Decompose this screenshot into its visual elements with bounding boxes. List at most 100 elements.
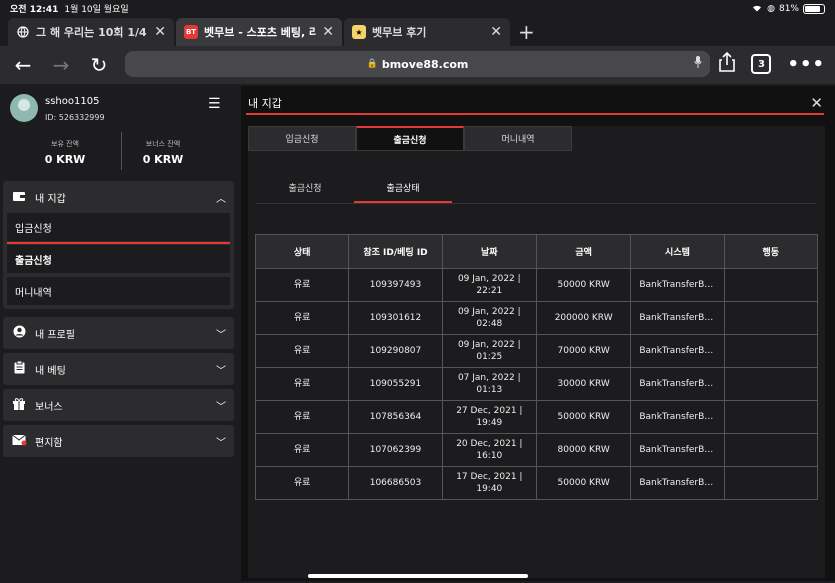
tab-withdraw[interactable]: 출금신청 <box>356 126 464 151</box>
bonus-value: 0 KRW <box>142 153 184 166</box>
address-bar[interactable]: 🔒 bmove88.com <box>125 51 710 77</box>
cell-amount: 70000 KRW <box>535 334 632 368</box>
tab-count-button[interactable]: 3 <box>751 54 772 74</box>
close-icon[interactable]: ✕ <box>154 24 166 40</box>
cell-date-time: 02:48 <box>476 319 503 329</box>
cell-date: 27 Dec, 2021 | 19:49 <box>441 400 537 434</box>
cell-ref-id-text: 109301612 <box>369 313 422 323</box>
nav-profile[interactable]: 내 프로필 ﹀ <box>3 317 234 349</box>
cell-ref-id-text: 107856364 <box>369 412 422 422</box>
nav-inbox-header[interactable]: 편지함 ﹀ <box>3 425 234 457</box>
browser-tab-2[interactable]: BT 벳무브 - 스포츠 베팅, 라이브 ✕ <box>176 18 342 46</box>
cell-status-text: 유료 <box>293 412 311 422</box>
table-row: 유료 107856364 27 Dec, 2021 | 19:49 50000 KRW B… <box>254 400 819 434</box>
nav-profile-label: 내 프로필 <box>35 329 75 341</box>
wallet-icon <box>11 190 27 205</box>
cell-status-text: 유료 <box>293 346 311 356</box>
nav-bonus-label: 보너스 <box>35 401 63 413</box>
cell-system: BankTransferB… <box>630 433 725 467</box>
close-icon[interactable]: ✕ <box>810 94 823 112</box>
cell-amount: 200000 KRW <box>535 301 632 335</box>
forward-arrow-icon[interactable]: → <box>46 53 76 77</box>
browser-tab-1[interactable]: 그 해 우리는 10회 1/4 ✕ <box>8 18 174 46</box>
cell-date-time: 16:10 <box>476 451 503 461</box>
mail-icon <box>11 434 27 449</box>
more-icon[interactable]: ••• <box>787 54 825 75</box>
cell-status-text: 유료 <box>293 379 311 389</box>
clipboard-icon <box>11 360 27 377</box>
cell-date-day: 07 Jan, 2022 | <box>457 373 521 383</box>
cell-ref-id: 109055291 <box>348 367 443 401</box>
close-icon[interactable]: ✕ <box>490 24 502 40</box>
chevron-down-icon: ﹀ <box>216 437 226 449</box>
battery-icon <box>803 3 825 14</box>
sidebar-item-withdraw[interactable]: 출금신청 <box>7 245 230 273</box>
cell-status: 유료 <box>254 433 350 467</box>
reload-icon[interactable]: ↻ <box>84 53 114 77</box>
cell-system: BankTransferB… <box>630 400 725 434</box>
balance-block: 보유 잔액 0 KRW <box>15 139 115 166</box>
subtab-withdraw-request[interactable]: 출금신청 <box>256 176 354 203</box>
nav-betting-header[interactable]: 내 베팅 ﹀ <box>3 353 234 385</box>
cell-date-day: 09 Jan, 2022 | <box>457 307 521 317</box>
close-icon[interactable]: ✕ <box>322 24 334 40</box>
share-icon[interactable] <box>719 51 736 76</box>
col-action: 행동 <box>723 234 819 269</box>
browser-tab-3[interactable]: ★ 벳무브 후기 ✕ <box>344 18 510 46</box>
cell-system-text: BankTransferB… <box>639 478 714 488</box>
nav-inbox[interactable]: 편지함 ﹀ <box>3 425 234 457</box>
cell-system: BankTransferB… <box>630 268 725 302</box>
subtab-withdraw-status[interactable]: 출금상태 <box>354 176 452 203</box>
cell-ref-id: 106686503 <box>348 466 443 500</box>
status-bar: 오전 12:41 1월 10일 월요일 ◍ 81% <box>0 0 835 17</box>
tab-money-history[interactable]: 머니내역 <box>464 126 572 151</box>
nav-betting[interactable]: 내 베팅 ﹀ <box>3 353 234 385</box>
nav-profile-header[interactable]: 내 프로필 ﹀ <box>3 317 234 349</box>
cell-ref-id: 109290807 <box>348 334 443 368</box>
cell-amount-text: 200000 KRW <box>554 313 613 323</box>
cell-ref-id: 107062399 <box>348 433 443 467</box>
cell-amount-text: 70000 KRW <box>557 346 610 356</box>
cell-amount: 50000 KRW <box>535 400 632 434</box>
nav-bonus[interactable]: 보너스 ﹀ <box>3 389 234 421</box>
cell-amount: 50000 KRW <box>535 268 632 302</box>
cell-date: 17 Dec, 2021 | 19:40 <box>441 466 537 500</box>
tab-bar: 그 해 우리는 10회 1/4 ✕ BT 벳무브 - 스포츠 베팅, 라이브 ✕… <box>0 17 835 46</box>
nav-wallet-header[interactable]: 내 지갑 ︿ <box>3 181 234 213</box>
cell-ref-id-text: 109290807 <box>369 346 422 356</box>
username: sshoo1105 <box>45 96 100 107</box>
cell-date-day: 27 Dec, 2021 | <box>456 406 523 416</box>
cell-status: 유료 <box>254 367 350 401</box>
lock-rotation-icon: ◍ <box>767 3 775 14</box>
balance-value: 0 KRW <box>44 153 86 166</box>
nav-bonus-header[interactable]: 보너스 ﹀ <box>3 389 234 421</box>
cell-status: 유료 <box>254 466 350 500</box>
chevron-up-icon: ︿ <box>216 193 226 205</box>
cell-amount: 50000 KRW <box>535 466 632 500</box>
withdraw-subtabs: 출금신청 출금상태 <box>256 176 816 204</box>
cell-date: 09 Jan, 2022 | 22:21 <box>441 268 537 302</box>
cell-system-text: BankTransferB… <box>639 346 714 356</box>
chevron-down-icon: ﹀ <box>216 365 226 377</box>
microphone-icon[interactable] <box>694 56 702 71</box>
nav-inbox-label: 편지함 <box>35 437 63 449</box>
cell-date: 09 Jan, 2022 | 02:48 <box>441 301 537 335</box>
new-tab-button[interactable]: + <box>518 20 535 44</box>
table-row: 유료 107062399 20 Dec, 2021 | 16:10 80000 KRW B… <box>254 433 819 467</box>
menu-toggle-icon[interactable]: ☰ <box>208 96 221 112</box>
cell-amount: 80000 KRW <box>535 433 632 467</box>
tab-deposit[interactable]: 입금신청 <box>248 126 356 151</box>
col-date: 날짜 <box>441 234 537 269</box>
gift-icon <box>11 397 27 413</box>
cell-amount: 30000 KRW <box>535 367 632 401</box>
back-arrow-icon[interactable]: ← <box>8 53 38 77</box>
toolbar-right: 3 ••• <box>719 51 825 76</box>
balance-label: 보유 잔액 <box>51 140 79 148</box>
avatar <box>10 94 38 122</box>
globe-icon <box>16 25 30 39</box>
home-indicator[interactable] <box>308 574 528 578</box>
sidebar-item-money-history[interactable]: 머니내역 <box>7 277 230 305</box>
cell-status: 유료 <box>254 400 350 434</box>
cell-status-text: 유료 <box>293 280 311 290</box>
sidebar-item-deposit[interactable]: 입금신청 <box>7 213 230 244</box>
